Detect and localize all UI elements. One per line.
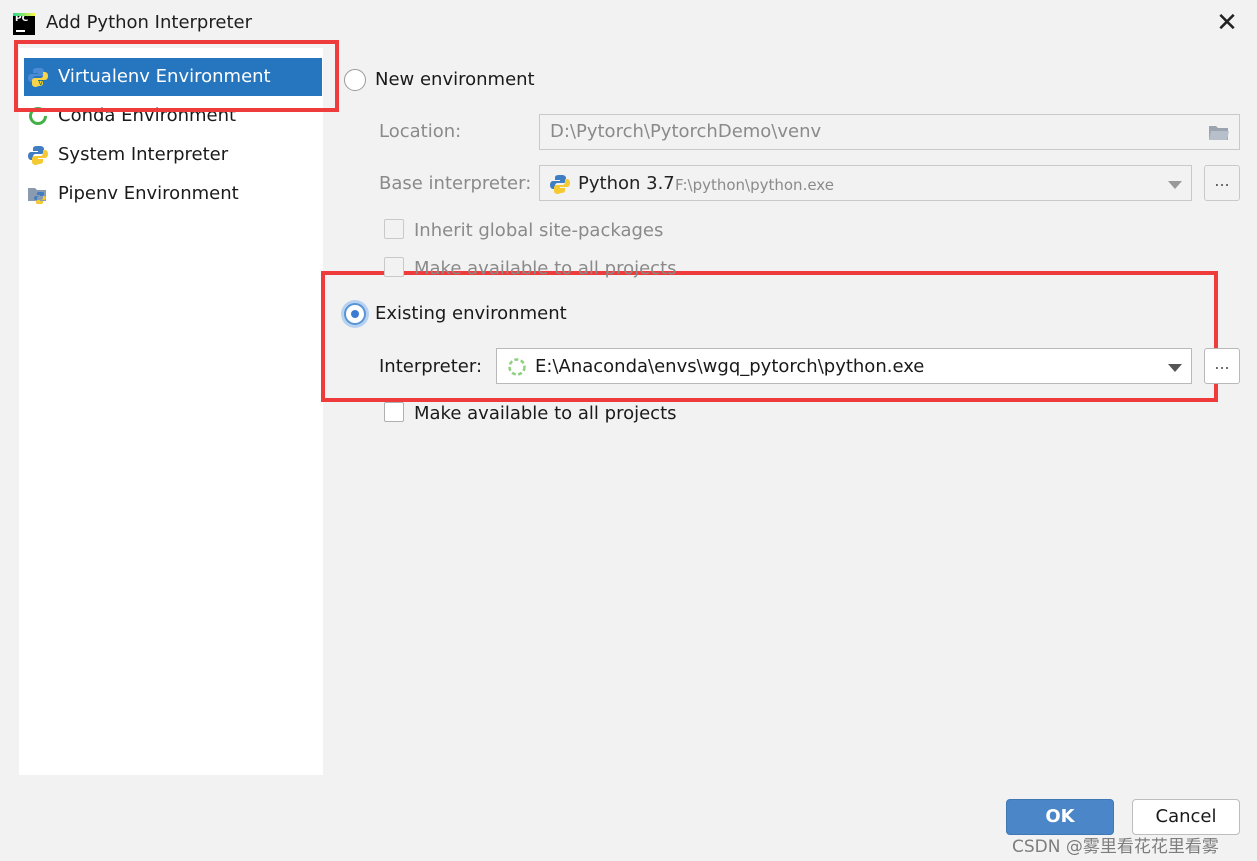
inherit-global-label: Inherit global site-packages bbox=[414, 220, 664, 241]
existing-environment-radio[interactable] bbox=[344, 303, 366, 325]
interpreter-dropdown[interactable]: E:\Anaconda\envs\wgq_pytorch\python.exe bbox=[496, 348, 1192, 384]
location-field[interactable]: D:\Pytorch\PytorchDemo\venv bbox=[539, 114, 1240, 150]
chevron-down-icon bbox=[1168, 364, 1182, 372]
make-available-checkbox[interactable] bbox=[384, 402, 404, 422]
folder-icon[interactable] bbox=[1208, 124, 1230, 142]
python-icon bbox=[550, 175, 570, 194]
base-interpreter-label: Base interpreter: bbox=[379, 173, 532, 194]
annotation-box-virtualenv bbox=[14, 40, 339, 112]
sidebar-item-label: System Interpreter bbox=[58, 144, 229, 165]
chevron-down-icon bbox=[1168, 181, 1182, 189]
sidebar-item-label: Pipenv Environment bbox=[58, 183, 239, 204]
base-interpreter-name: Python 3.7 bbox=[578, 173, 675, 194]
sidebar-item-system-interpreter[interactable]: System Interpreter bbox=[24, 136, 322, 174]
pipenv-icon bbox=[28, 188, 46, 204]
new-environment-label: New environment bbox=[375, 69, 535, 90]
interpreter-browse-button[interactable]: ... bbox=[1204, 348, 1240, 384]
interpreter-path: E:\Anaconda\envs\wgq_pytorch\python.exe bbox=[535, 356, 925, 377]
base-interpreter-path: F:\python\python.exe bbox=[675, 176, 834, 194]
sidebar-item-pipenv[interactable]: Pipenv Environment bbox=[24, 175, 322, 213]
watermark: CSDN @雾里看花花里看雾 bbox=[1012, 837, 1219, 857]
python-icon bbox=[28, 146, 48, 165]
make-available-label-new: Make available to all projects bbox=[414, 258, 677, 279]
existing-environment-label: Existing environment bbox=[375, 303, 567, 324]
base-interpreter-dropdown[interactable]: Python 3.7 F:\python\python.exe bbox=[539, 165, 1192, 201]
conda-icon bbox=[508, 358, 526, 376]
inherit-global-checkbox[interactable] bbox=[384, 219, 404, 239]
pycharm-app-icon: PC bbox=[13, 13, 35, 35]
close-icon[interactable]: ✕ bbox=[1212, 8, 1242, 38]
new-environment-radio[interactable] bbox=[344, 69, 366, 91]
location-value: D:\Pytorch\PytorchDemo\venv bbox=[550, 121, 822, 142]
dialog-title: Add Python Interpreter bbox=[46, 12, 252, 33]
ok-button[interactable]: OK bbox=[1006, 799, 1114, 835]
base-interpreter-browse-button[interactable]: ... bbox=[1204, 165, 1240, 201]
make-available-checkbox-new[interactable] bbox=[384, 257, 404, 277]
interpreter-label: Interpreter: bbox=[379, 356, 483, 377]
make-available-label: Make available to all projects bbox=[414, 403, 677, 424]
cancel-button[interactable]: Cancel bbox=[1132, 799, 1240, 835]
location-label: Location: bbox=[379, 121, 462, 142]
